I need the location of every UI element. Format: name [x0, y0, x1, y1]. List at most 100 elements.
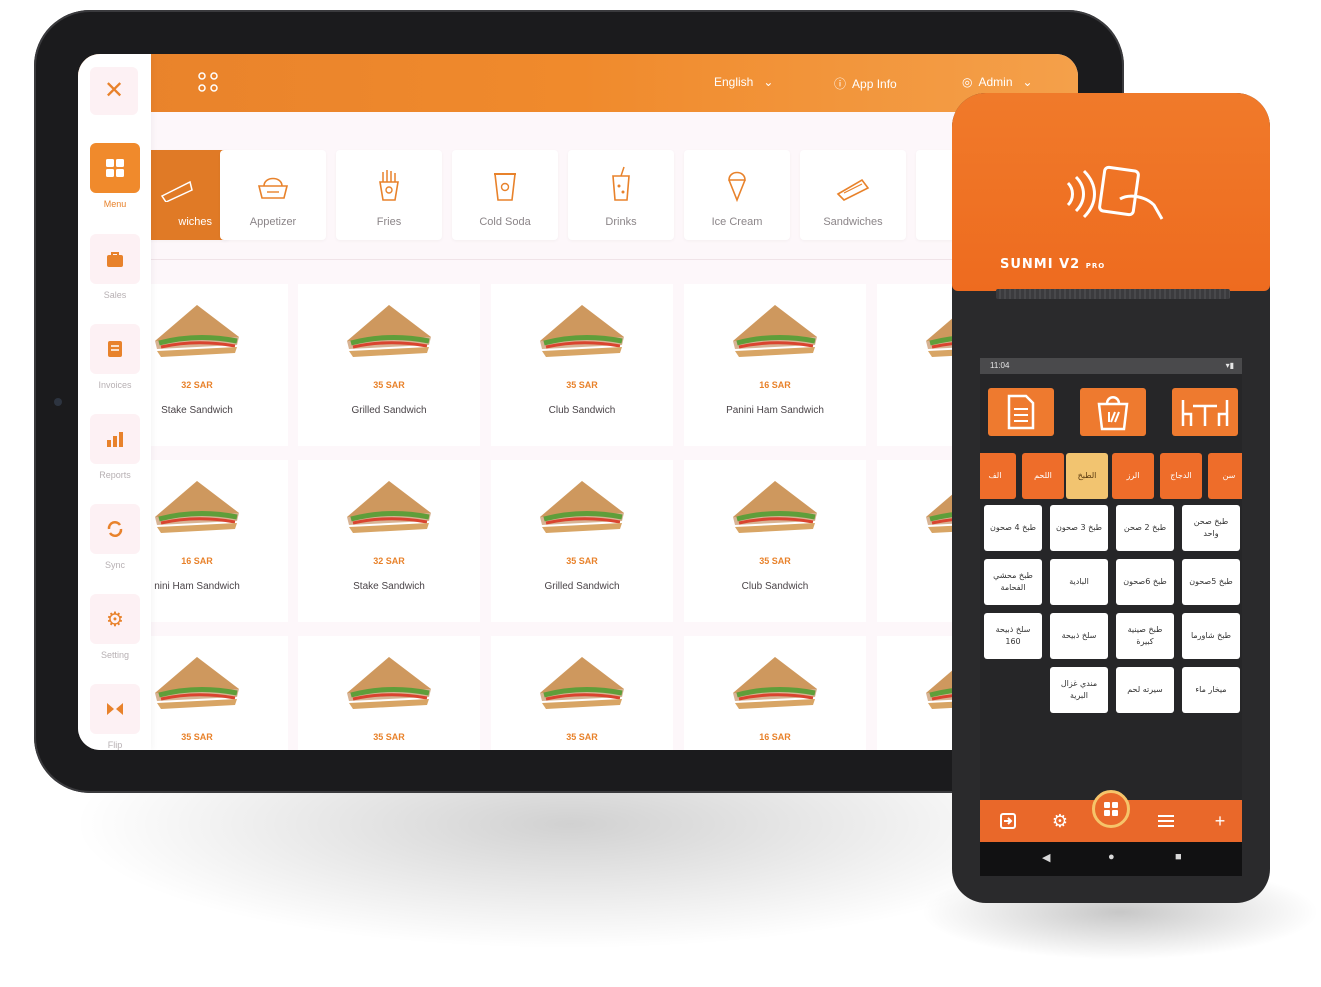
back-button[interactable]: ◀ [1042, 851, 1050, 864]
product-price: 35 SAR [373, 732, 405, 742]
gear-icon: ⚙ [106, 608, 124, 631]
dine-in-button[interactable] [1172, 388, 1238, 436]
camera-dot [54, 398, 62, 406]
app-info-label: App Info [852, 77, 897, 91]
category-tab-cold-soda[interactable]: Cold Soda [452, 150, 558, 240]
pos-printer-cover: SUNMI V2 PRO [952, 93, 1270, 291]
category-tab[interactable]: سن [1208, 453, 1242, 499]
product-name: Stake Sandwich [353, 581, 425, 592]
brand-suffix: PRO [1085, 262, 1106, 270]
user-icon: ◎ [962, 75, 976, 89]
category-tab[interactable]: الف [980, 453, 1016, 499]
sandwich-icon [836, 178, 870, 201]
sidebar-item-invoices[interactable]: Invoices [90, 324, 140, 404]
menu-item-button[interactable]: طبخ صحن واحد [1182, 505, 1240, 551]
product-price: 35 SAR [566, 732, 598, 742]
menu-item-button[interactable]: طبخ 5صحون [1182, 559, 1240, 605]
product-card[interactable]: 35 SAR [298, 636, 480, 750]
status-time: 11:04 [990, 361, 1010, 370]
app-info-button[interactable]: ⓘ App Info [834, 75, 897, 92]
product-card[interactable]: 35 SAR Club Sandwich [491, 284, 673, 446]
sidebar-item-sales[interactable]: Sales [90, 234, 140, 314]
product-card[interactable]: 35 SAR [491, 636, 673, 750]
sidebar-item-label: Sales [103, 290, 127, 300]
sidebar-item-sync[interactable]: Sync [90, 504, 140, 584]
category-tab[interactable]: اللحم [1022, 453, 1064, 499]
menu-home-button[interactable] [1092, 790, 1130, 828]
tablet-screen: English ⌄ ⓘ App Info ◎ Admin ⌄ wiches Ap… [78, 54, 1078, 750]
category-tab-appetizer[interactable]: Appetizer [220, 150, 326, 240]
product-name: Panini Ham Sandwich [726, 405, 824, 416]
recents-button[interactable]: ■ [1175, 851, 1182, 863]
product-card[interactable]: 35 SAR Grilled Sandwich [491, 460, 673, 622]
home-button[interactable]: ● [1108, 851, 1115, 863]
product-card[interactable]: 16 SAR Panini Ham Sandwich [684, 284, 866, 446]
invoice-icon [108, 341, 122, 357]
menu-item-button[interactable]: سيرته لحم [1116, 667, 1174, 713]
sidebar-item-label: Sync [104, 560, 125, 570]
login-icon[interactable] [994, 800, 1022, 842]
product-card[interactable]: 32 SAR Stake Sandwich [298, 460, 480, 622]
sidebar-item-reports[interactable]: Reports [90, 414, 140, 494]
signal-icon: ▾▮ [1225, 361, 1234, 370]
sidebar-item-setting[interactable]: ⚙ Setting [90, 594, 140, 674]
orders-button[interactable] [988, 388, 1054, 436]
category-label: Sandwiches [823, 216, 883, 228]
product-card[interactable]: 35 SAR Club Sandwich [684, 460, 866, 622]
sandwich-image [684, 460, 866, 548]
scan-grid-icon[interactable] [198, 72, 218, 92]
menu-item-button[interactable]: سلخ ذبيحة 160 [984, 613, 1042, 659]
sidebar-item-label: Reports [99, 470, 131, 480]
table-icon [1181, 400, 1229, 426]
category-tab[interactable]: الدجاج [1160, 453, 1202, 499]
sandwich-image [491, 636, 673, 724]
menu-item-button[interactable]: ميخار ماء [1182, 667, 1240, 713]
gear-icon[interactable]: ⚙ [1046, 800, 1074, 842]
category-tab-ice-cream[interactable]: Ice Cream [684, 150, 790, 240]
flip-icon [107, 703, 123, 715]
menu-item-button[interactable]: طبخ 4 صحون [984, 505, 1042, 551]
product-card[interactable]: 16 SAR [684, 636, 866, 750]
product-card[interactable]: 35 SAR Grilled Sandwich [298, 284, 480, 446]
category-tab[interactable]: الرز [1112, 453, 1154, 499]
close-button[interactable]: ✕ [90, 67, 138, 115]
category-tab-drinks[interactable]: Drinks [568, 150, 674, 240]
menu-item-button[interactable]: طبخ 2 صحن [1116, 505, 1174, 551]
user-name: Admin [978, 75, 1013, 89]
menu-item-button[interactable]: طبخ 6صحون [1116, 559, 1174, 605]
product-name: Grilled Sandwich [544, 581, 620, 592]
invoice-icon [1007, 394, 1035, 430]
list-icon[interactable] [1152, 800, 1180, 842]
grid-icon [106, 159, 124, 177]
drink-icon [612, 166, 630, 201]
system-nav-bar: ◀ ● ■ [980, 842, 1242, 876]
ice-cream-icon [728, 171, 746, 202]
takeaway-button[interactable] [1080, 388, 1146, 436]
menu-item-button[interactable]: طبخ محشي الفحامة [984, 559, 1042, 605]
product-price: 35 SAR [566, 556, 598, 566]
bar-chart-icon [107, 432, 123, 447]
sandwich-icon [160, 180, 193, 202]
add-button[interactable]: + [1206, 800, 1234, 842]
sidebar-item-flip[interactable]: Flip [90, 684, 140, 750]
menu-item-button[interactable]: البادية [1050, 559, 1108, 605]
sandwich-image [298, 284, 480, 372]
bottom-nav: ⚙ + [980, 790, 1242, 842]
user-menu[interactable]: ◎ Admin ⌄ [962, 75, 1033, 89]
grid-icon [1104, 802, 1118, 816]
menu-item-button[interactable]: طبخ 3 صحون [1050, 505, 1108, 551]
category-tab-fries[interactable]: Fries [336, 150, 442, 240]
category-tab[interactable]: الطبخ [1066, 453, 1108, 499]
printer-slot [996, 289, 1230, 299]
sidebar-item-label: Menu [103, 199, 127, 209]
menu-item-button[interactable]: مندي غزال البرية [1050, 667, 1108, 713]
info-icon: ⓘ [834, 77, 850, 91]
menu-item-button[interactable]: طبخ صينية كبيرة [1116, 613, 1174, 659]
product-name: Grilled Sandwich [351, 405, 427, 416]
language-select[interactable]: English ⌄ [714, 75, 773, 89]
sidebar-item-menu[interactable]: Menu [90, 143, 140, 223]
menu-item-button[interactable]: سلخ ذبيحة [1050, 613, 1108, 659]
product-price: 35 SAR [759, 556, 791, 566]
category-tab-sandwiches-2[interactable]: Sandwiches [800, 150, 906, 240]
menu-item-button[interactable]: طبخ شاورما [1182, 613, 1240, 659]
